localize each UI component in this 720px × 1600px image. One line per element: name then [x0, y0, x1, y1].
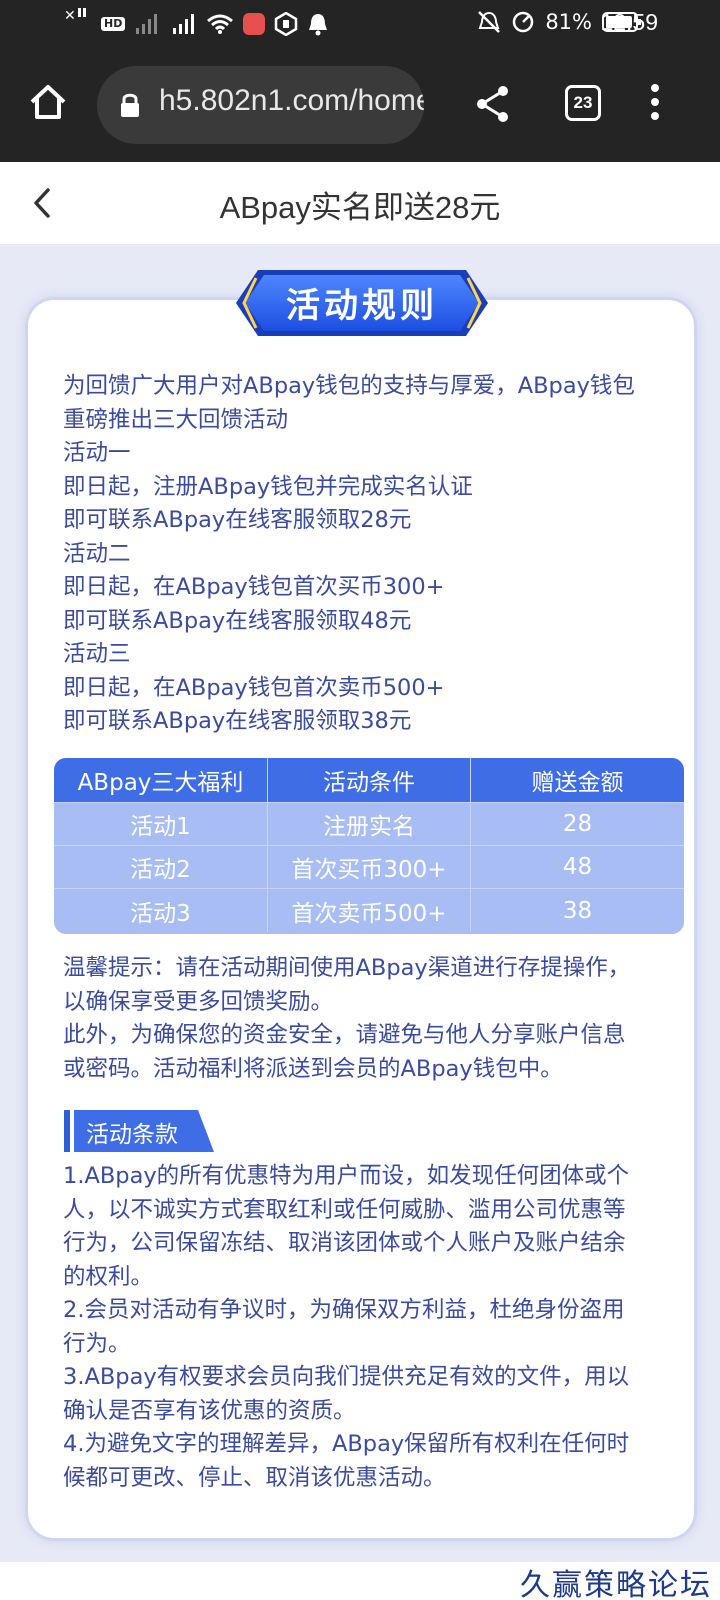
terms-line: 人，以不诚实方式套取红利或任何威胁、滥用公司优惠等 — [63, 1196, 626, 1223]
tips-line: 或密码。活动福利将派送到会员的ABpay钱包中。 — [63, 1055, 563, 1082]
table-cell: 38 — [562, 897, 593, 924]
tips-line: 此外，为确保您的资金安全，请避免与他人分享账户信息 — [63, 1022, 626, 1048]
terms-line: 行为。 — [63, 1330, 131, 1357]
table-header-cell: 赠送金额 — [531, 770, 624, 796]
table-cell: 48 — [562, 854, 593, 880]
tips-line: 温馨提示：请在活动期间使用ABpay渠道进行存提操作， — [63, 955, 631, 981]
intro-line: 即日起，在ABpay钱包首次卖币500+ — [63, 674, 445, 701]
battery-percent: 81% — [545, 10, 592, 34]
tabs-button[interactable]: 23 — [565, 85, 601, 121]
page-title: ABpay实名即送28元 — [219, 190, 501, 225]
url-text: h5.802n1.com/home — [159, 84, 424, 117]
table-header-cell: 活动条件 — [268, 758, 471, 802]
lock-icon — [121, 93, 139, 117]
terms-line: 2.会员对活动有争议时，为确保双方利益，杜绝身份盗用 — [63, 1297, 625, 1323]
svg-text:✕: ✕ — [64, 8, 76, 24]
bell-icon — [307, 12, 329, 36]
terms-line: 候都可更改、停止、取消该优惠活动。 — [63, 1464, 446, 1491]
clock: 12:59 — [600, 9, 658, 35]
page-header: ABpay实名即送28元 — [0, 162, 720, 244]
table-row: 活动1 注册实名 28 — [54, 803, 684, 846]
intro-line: 活动二 — [63, 540, 131, 567]
intro-text: 为回馈广大用户对ABpay钱包的支持与厚爱，ABpay钱包 重磅推出三大回馈活动… — [63, 370, 663, 739]
terms-section-tag: 活动条款 — [64, 1110, 216, 1152]
table-header-cell: ABpay三大福利 — [54, 758, 268, 802]
table-cell: 首次卖币500+ — [268, 889, 471, 932]
table-cell: 活动3 — [54, 889, 268, 932]
signal-1-icon — [134, 12, 160, 36]
wifi-icon — [206, 13, 234, 35]
rules-banner: 活动规则 — [232, 268, 492, 338]
intro-line: 即可联系ABpay在线客服领取28元 — [63, 507, 412, 533]
browser-toolbar: h5.802n1.com/home 23 — [0, 50, 720, 162]
status-left-icons: ✕ HD — [62, 6, 329, 42]
table-cell: 注册实名 — [268, 803, 471, 845]
hand-icon — [274, 12, 298, 36]
intro-line: 即可联系ABpay在线客服领取48元 — [63, 607, 412, 634]
address-bar[interactable]: h5.802n1.com/home — [97, 66, 424, 144]
table-row: 活动2 首次买币300+ 48 — [54, 846, 684, 889]
terms-line: 1.ABpay的所有优惠特为用户而设，如发现任何团体或个 — [63, 1163, 630, 1189]
terms-text: 1.ABpay的所有优惠特为用户而设，如发现任何团体或个 人，以不诚实方式套取红… — [63, 1160, 673, 1495]
terms-line: 的权利。 — [63, 1263, 154, 1290]
mute-icon — [477, 10, 501, 34]
more-menu-button[interactable] — [648, 84, 662, 124]
intro-line: 活动三 — [63, 641, 131, 667]
terms-line: 确认是否享有该优惠的资质。 — [63, 1397, 356, 1424]
table-header-row: ABpay三大福利 活动条件 赠送金额 — [54, 758, 684, 803]
table-cell: 首次买币300+ — [268, 846, 471, 888]
table-row: 活动3 首次卖币500+ 38 — [54, 889, 684, 932]
menu-dot — [651, 98, 659, 106]
tips-text: 温馨提示：请在活动期间使用ABpay渠道进行存提操作， 以确保享受更多回馈奖励。… — [63, 952, 673, 1086]
tips-line: 以确保享受更多回馈奖励。 — [63, 988, 334, 1015]
speed-icon — [511, 10, 535, 34]
terms-line: 行为，公司保留冻结、取消该团体或个人账户及账户结余 — [63, 1230, 626, 1256]
home-button[interactable] — [28, 82, 68, 122]
table-cell: 28 — [562, 811, 593, 837]
signal-5g-icon — [169, 12, 197, 36]
menu-dot — [651, 84, 659, 92]
home-icon — [30, 85, 66, 119]
terms-line: 4.为避免文字的理解差异，ABpay保留所有权利在任何时 — [63, 1431, 630, 1457]
app-notification-icon — [243, 13, 266, 35]
intro-line: 重磅推出三大回馈活动 — [63, 406, 289, 433]
hd-badge: HD — [101, 17, 126, 31]
intro-line: 即可联系ABpay在线客服领取38元 — [63, 708, 412, 734]
banner-title: 活动规则 — [286, 286, 438, 326]
share-button[interactable] — [474, 84, 512, 124]
watermark: 久赢策略论坛 — [520, 1568, 712, 1600]
benefits-table: ABpay三大福利 活动条件 赠送金额 活动1 注册实名 28 活动2 首次买币… — [54, 758, 684, 934]
intro-line: 即日起，在ABpay钱包首次买币300+ — [63, 574, 445, 600]
terms-line: 3.ABpay有权要求会员向我们提供充足有效的文件，用以 — [63, 1364, 630, 1390]
intro-line: 为回馈广大用户对ABpay钱包的支持与厚爱，ABpay钱包 — [63, 373, 635, 399]
network-icon: ✕ — [62, 6, 92, 42]
status-bar: ✕ HD 81% 12:59 — [0, 0, 720, 50]
terms-title: 活动条款 — [86, 1122, 178, 1148]
intro-line: 活动一 — [63, 440, 131, 466]
menu-dot — [651, 112, 659, 120]
table-cell: 活动2 — [54, 846, 268, 888]
table-cell: 活动1 — [54, 803, 268, 845]
share-icon — [477, 86, 508, 122]
intro-line: 即日起，注册ABpay钱包并完成实名认证 — [63, 473, 473, 500]
